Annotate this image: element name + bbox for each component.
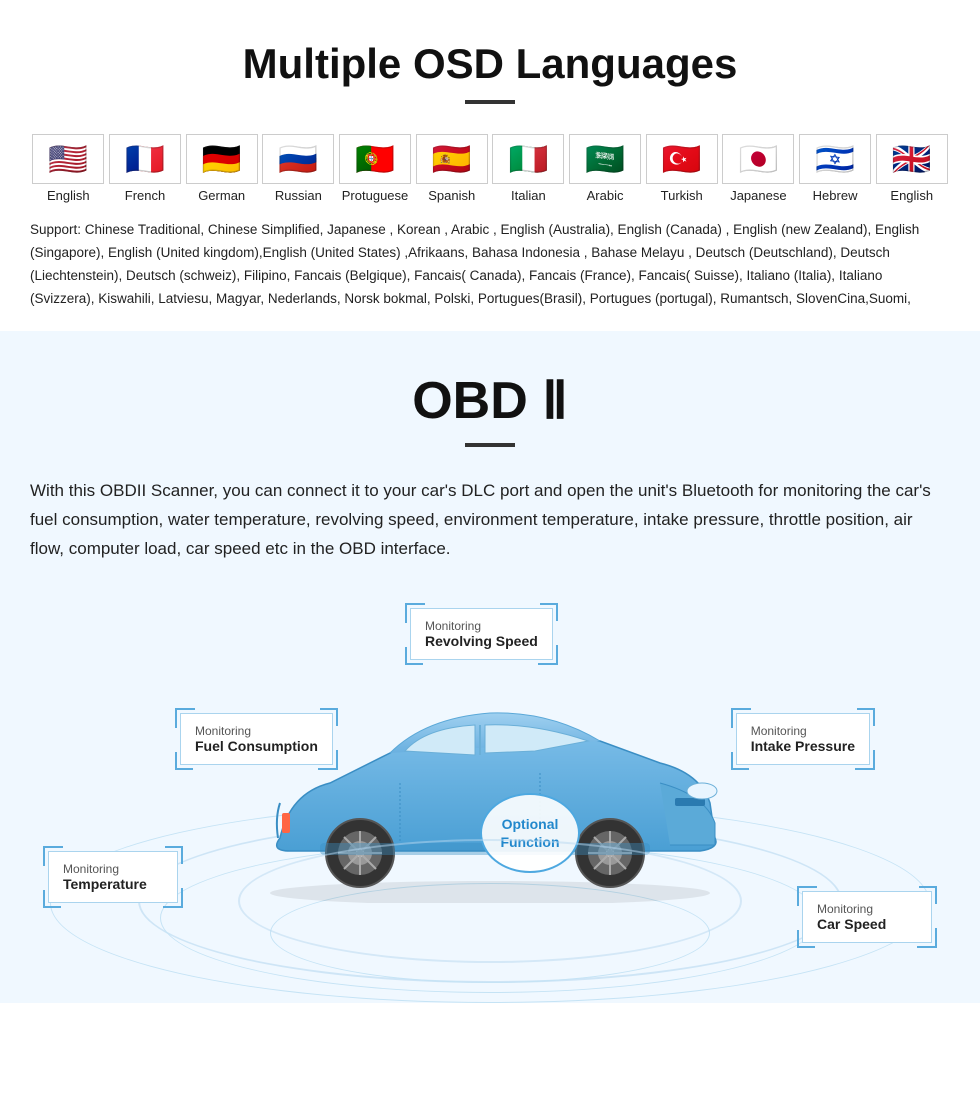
bracket-tr: [320, 708, 338, 726]
flags-row: 🇺🇸 English 🇫🇷 French 🇩🇪 German 🇷🇺 Russia…: [30, 134, 950, 203]
flag-item: 🇮🇹 Italian: [490, 134, 567, 203]
title-divider: [465, 100, 515, 104]
flag-label: Protuguese: [342, 188, 409, 203]
speed-label: Monitoring: [817, 902, 917, 916]
flag-emoji: 🇸🇦: [569, 134, 641, 184]
osd-section: Multiple OSD Languages 🇺🇸 English 🇫🇷 Fre…: [0, 0, 980, 331]
intake-label: Monitoring: [751, 724, 855, 738]
flag-item: 🇬🇧 English: [873, 134, 950, 203]
optional-function-bubble: Optional Function: [480, 793, 580, 873]
flag-item: 🇷🇺 Russian: [260, 134, 337, 203]
temp-value: Temperature: [63, 876, 163, 892]
bracket-tr: [165, 846, 183, 864]
revolving-value: Revolving Speed: [425, 633, 538, 649]
flag-emoji: 🇷🇺: [262, 134, 334, 184]
flag-label: Italian: [511, 188, 546, 203]
flag-item: 🇯🇵 Japanese: [720, 134, 797, 203]
fuel-value: Fuel Consumption: [195, 738, 318, 754]
flag-label: Turkish: [661, 188, 703, 203]
bracket-bl: [731, 752, 749, 770]
obd-title: OBD Ⅱ: [30, 371, 950, 431]
optional-line2: Function: [500, 833, 559, 851]
obd-section: OBD Ⅱ With this OBDII Scanner, you can c…: [0, 331, 980, 1004]
flag-label: Russian: [275, 188, 322, 203]
monitor-speed: Monitoring Car Speed: [802, 891, 932, 943]
flag-label: Japanese: [730, 188, 786, 203]
flag-item: 🇮🇱 Hebrew: [797, 134, 874, 203]
flag-emoji: 🇹🇷: [646, 134, 718, 184]
flag-emoji: 🇪🇸: [416, 134, 488, 184]
flag-emoji: 🇮🇱: [799, 134, 871, 184]
flag-item: 🇹🇷 Turkish: [643, 134, 720, 203]
fuel-label: Monitoring: [195, 724, 318, 738]
bracket-bl: [405, 647, 423, 665]
flag-item: 🇺🇸 English: [30, 134, 107, 203]
flag-item: 🇪🇸 Spanish: [413, 134, 490, 203]
monitor-fuel: Monitoring Fuel Consumption: [180, 713, 333, 765]
car-diagram: Monitoring Revolving Speed Monitoring Fu…: [30, 583, 950, 1003]
optional-line1: Optional: [502, 815, 559, 833]
flag-item: 🇵🇹 Protuguese: [337, 134, 414, 203]
flag-label: English: [47, 188, 90, 203]
monitor-temp: Monitoring Temperature: [48, 851, 178, 903]
obd-divider: [465, 443, 515, 447]
flag-item: 🇸🇦 Arabic: [567, 134, 644, 203]
monitor-revolving: Monitoring Revolving Speed: [410, 608, 553, 660]
flag-label: French: [125, 188, 165, 203]
support-text: Support: Chinese Traditional, Chinese Si…: [30, 219, 950, 311]
bracket-bl: [43, 890, 61, 908]
flag-label: Spanish: [428, 188, 475, 203]
obd-description: With this OBDII Scanner, you can connect…: [30, 477, 950, 564]
speed-value: Car Speed: [817, 916, 917, 932]
osd-title: Multiple OSD Languages: [30, 40, 950, 88]
bracket-bl: [175, 752, 193, 770]
flag-emoji: 🇮🇹: [492, 134, 564, 184]
flag-item: 🇫🇷 French: [107, 134, 184, 203]
flag-label: English: [890, 188, 933, 203]
flag-emoji: 🇩🇪: [186, 134, 258, 184]
bracket-bl: [797, 930, 815, 948]
flag-label: Hebrew: [813, 188, 858, 203]
flag-emoji: 🇵🇹: [339, 134, 411, 184]
bracket-tr: [919, 886, 937, 904]
ring-inner: [270, 883, 710, 983]
bracket-tr: [857, 708, 875, 726]
flag-label: German: [198, 188, 245, 203]
flag-emoji: 🇫🇷: [109, 134, 181, 184]
revolving-label: Monitoring: [425, 619, 538, 633]
flag-item: 🇩🇪 German: [183, 134, 260, 203]
monitor-intake: Monitoring Intake Pressure: [736, 713, 870, 765]
flag-emoji: 🇬🇧: [876, 134, 948, 184]
intake-value: Intake Pressure: [751, 738, 855, 754]
flag-label: Arabic: [587, 188, 624, 203]
bracket-tr: [540, 603, 558, 621]
flag-emoji: 🇺🇸: [32, 134, 104, 184]
flag-emoji: 🇯🇵: [722, 134, 794, 184]
temp-label: Monitoring: [63, 862, 163, 876]
